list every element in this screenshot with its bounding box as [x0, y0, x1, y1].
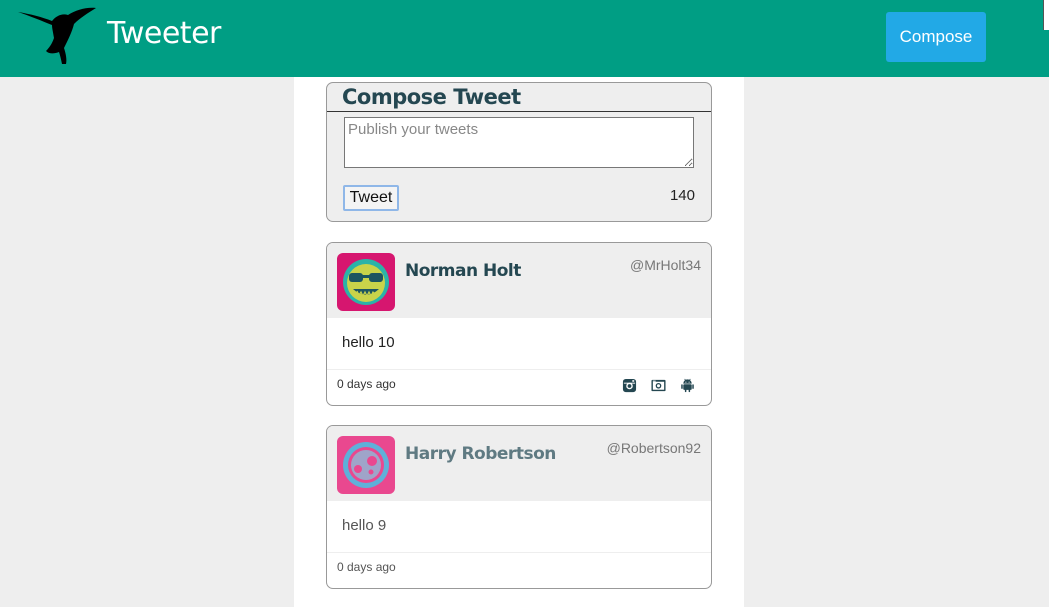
tweet-footer-divider: [327, 369, 711, 370]
tweet-card: Norman Holt @MrHolt34 hello 10 0 days ag…: [326, 242, 712, 406]
brand-title[interactable]: Tweeter: [107, 16, 221, 51]
compose-divider: [327, 111, 711, 112]
avatar: [337, 436, 395, 494]
tweet-text: hello 9: [342, 517, 387, 534]
tweet-author-handle[interactable]: @Robertson92: [607, 440, 701, 456]
instagram-icon[interactable]: [622, 378, 637, 393]
navbar: Tweeter Compose: [0, 0, 1049, 77]
tweet-author-handle[interactable]: @MrHolt34: [630, 257, 701, 273]
tweet-author-name[interactable]: Harry Robertson: [405, 444, 556, 464]
hummingbird-logo-icon: [18, 7, 96, 64]
tweet-submit-button[interactable]: Tweet: [343, 185, 399, 211]
tweet-footer-divider: [327, 552, 711, 553]
compose-button[interactable]: Compose: [886, 12, 986, 62]
planet-avatar-icon: [343, 442, 389, 488]
tweet-text: hello 10: [342, 334, 395, 351]
tweet-card: Harry Robertson @Robertson92 hello 9 0 d…: [326, 425, 712, 589]
camera-icon[interactable]: [651, 378, 666, 393]
tweet-header: Harry Robertson @Robertson92: [327, 426, 711, 501]
window-edge: [1043, 0, 1049, 30]
compose-tweet-form: Compose Tweet Tweet 140: [326, 82, 712, 222]
tweet-header: Norman Holt @MrHolt34: [327, 243, 711, 318]
tweet-timestamp: 0 days ago: [337, 377, 396, 391]
tweet-actions: [622, 378, 695, 393]
character-counter: 140: [669, 187, 695, 204]
compose-title: Compose Tweet: [342, 85, 521, 109]
tweet-timestamp: 0 days ago: [337, 560, 396, 574]
tweet-text-input[interactable]: [344, 117, 694, 168]
avatar: [337, 253, 395, 311]
sunglasses-face-avatar-icon: [343, 259, 389, 305]
android-icon[interactable]: [680, 378, 695, 393]
tweet-author-name[interactable]: Norman Holt: [405, 261, 521, 281]
